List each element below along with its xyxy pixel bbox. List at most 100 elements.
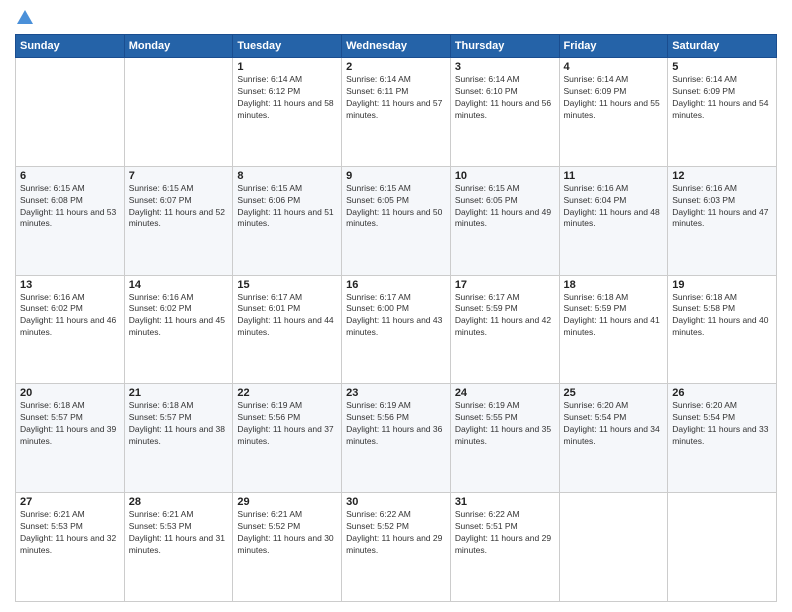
day-number: 19 <box>672 279 772 291</box>
calendar-cell: 1Sunrise: 6:14 AM Sunset: 6:12 PM Daylig… <box>233 58 342 167</box>
calendar-cell <box>668 493 777 602</box>
day-info: Sunrise: 6:21 AM Sunset: 5:52 PM Dayligh… <box>237 509 337 557</box>
weekday-header-saturday: Saturday <box>668 35 777 58</box>
calendar-table: SundayMondayTuesdayWednesdayThursdayFrid… <box>15 34 777 602</box>
day-info: Sunrise: 6:15 AM Sunset: 6:08 PM Dayligh… <box>20 183 120 231</box>
day-info: Sunrise: 6:14 AM Sunset: 6:09 PM Dayligh… <box>564 74 664 122</box>
day-info: Sunrise: 6:15 AM Sunset: 6:05 PM Dayligh… <box>346 183 446 231</box>
day-number: 7 <box>129 170 229 182</box>
day-info: Sunrise: 6:20 AM Sunset: 5:54 PM Dayligh… <box>672 400 772 448</box>
day-number: 23 <box>346 387 446 399</box>
day-info: Sunrise: 6:15 AM Sunset: 6:05 PM Dayligh… <box>455 183 555 231</box>
day-info: Sunrise: 6:14 AM Sunset: 6:11 PM Dayligh… <box>346 74 446 122</box>
day-number: 20 <box>20 387 120 399</box>
calendar-cell: 12Sunrise: 6:16 AM Sunset: 6:03 PM Dayli… <box>668 166 777 275</box>
weekday-header-monday: Monday <box>124 35 233 58</box>
calendar-cell: 9Sunrise: 6:15 AM Sunset: 6:05 PM Daylig… <box>342 166 451 275</box>
calendar-cell: 18Sunrise: 6:18 AM Sunset: 5:59 PM Dayli… <box>559 275 668 384</box>
day-info: Sunrise: 6:14 AM Sunset: 6:09 PM Dayligh… <box>672 74 772 122</box>
weekday-header-sunday: Sunday <box>16 35 125 58</box>
day-info: Sunrise: 6:19 AM Sunset: 5:56 PM Dayligh… <box>346 400 446 448</box>
day-number: 21 <box>129 387 229 399</box>
calendar-page: SundayMondayTuesdayWednesdayThursdayFrid… <box>0 0 792 612</box>
day-number: 30 <box>346 496 446 508</box>
day-info: Sunrise: 6:22 AM Sunset: 5:51 PM Dayligh… <box>455 509 555 557</box>
day-info: Sunrise: 6:18 AM Sunset: 5:57 PM Dayligh… <box>20 400 120 448</box>
day-info: Sunrise: 6:20 AM Sunset: 5:54 PM Dayligh… <box>564 400 664 448</box>
day-info: Sunrise: 6:21 AM Sunset: 5:53 PM Dayligh… <box>20 509 120 557</box>
day-number: 25 <box>564 387 664 399</box>
calendar-cell: 29Sunrise: 6:21 AM Sunset: 5:52 PM Dayli… <box>233 493 342 602</box>
day-number: 6 <box>20 170 120 182</box>
calendar-cell: 22Sunrise: 6:19 AM Sunset: 5:56 PM Dayli… <box>233 384 342 493</box>
calendar-cell: 5Sunrise: 6:14 AM Sunset: 6:09 PM Daylig… <box>668 58 777 167</box>
day-number: 24 <box>455 387 555 399</box>
day-number: 2 <box>346 61 446 73</box>
day-info: Sunrise: 6:15 AM Sunset: 6:07 PM Dayligh… <box>129 183 229 231</box>
calendar-cell: 19Sunrise: 6:18 AM Sunset: 5:58 PM Dayli… <box>668 275 777 384</box>
day-number: 29 <box>237 496 337 508</box>
calendar-cell: 7Sunrise: 6:15 AM Sunset: 6:07 PM Daylig… <box>124 166 233 275</box>
day-number: 13 <box>20 279 120 291</box>
calendar-cell: 8Sunrise: 6:15 AM Sunset: 6:06 PM Daylig… <box>233 166 342 275</box>
calendar-cell: 25Sunrise: 6:20 AM Sunset: 5:54 PM Dayli… <box>559 384 668 493</box>
calendar-cell: 16Sunrise: 6:17 AM Sunset: 6:00 PM Dayli… <box>342 275 451 384</box>
day-info: Sunrise: 6:16 AM Sunset: 6:02 PM Dayligh… <box>20 292 120 340</box>
day-info: Sunrise: 6:19 AM Sunset: 5:55 PM Dayligh… <box>455 400 555 448</box>
page-header <box>15 10 777 26</box>
day-number: 11 <box>564 170 664 182</box>
calendar-week-row: 20Sunrise: 6:18 AM Sunset: 5:57 PM Dayli… <box>16 384 777 493</box>
calendar-cell: 3Sunrise: 6:14 AM Sunset: 6:10 PM Daylig… <box>450 58 559 167</box>
day-number: 9 <box>346 170 446 182</box>
calendar-cell: 4Sunrise: 6:14 AM Sunset: 6:09 PM Daylig… <box>559 58 668 167</box>
day-info: Sunrise: 6:16 AM Sunset: 6:02 PM Dayligh… <box>129 292 229 340</box>
weekday-header-tuesday: Tuesday <box>233 35 342 58</box>
calendar-cell: 23Sunrise: 6:19 AM Sunset: 5:56 PM Dayli… <box>342 384 451 493</box>
calendar-cell: 24Sunrise: 6:19 AM Sunset: 5:55 PM Dayli… <box>450 384 559 493</box>
day-number: 12 <box>672 170 772 182</box>
calendar-cell <box>124 58 233 167</box>
day-number: 28 <box>129 496 229 508</box>
logo <box>15 10 33 26</box>
calendar-cell: 31Sunrise: 6:22 AM Sunset: 5:51 PM Dayli… <box>450 493 559 602</box>
day-info: Sunrise: 6:18 AM Sunset: 5:59 PM Dayligh… <box>564 292 664 340</box>
day-info: Sunrise: 6:15 AM Sunset: 6:06 PM Dayligh… <box>237 183 337 231</box>
calendar-cell: 11Sunrise: 6:16 AM Sunset: 6:04 PM Dayli… <box>559 166 668 275</box>
day-info: Sunrise: 6:16 AM Sunset: 6:04 PM Dayligh… <box>564 183 664 231</box>
calendar-cell: 13Sunrise: 6:16 AM Sunset: 6:02 PM Dayli… <box>16 275 125 384</box>
day-number: 31 <box>455 496 555 508</box>
calendar-cell: 17Sunrise: 6:17 AM Sunset: 5:59 PM Dayli… <box>450 275 559 384</box>
day-info: Sunrise: 6:17 AM Sunset: 6:01 PM Dayligh… <box>237 292 337 340</box>
calendar-cell: 21Sunrise: 6:18 AM Sunset: 5:57 PM Dayli… <box>124 384 233 493</box>
day-number: 18 <box>564 279 664 291</box>
day-number: 17 <box>455 279 555 291</box>
day-number: 3 <box>455 61 555 73</box>
weekday-header-friday: Friday <box>559 35 668 58</box>
day-info: Sunrise: 6:21 AM Sunset: 5:53 PM Dayligh… <box>129 509 229 557</box>
calendar-cell <box>559 493 668 602</box>
day-number: 8 <box>237 170 337 182</box>
day-number: 14 <box>129 279 229 291</box>
weekday-header-thursday: Thursday <box>450 35 559 58</box>
calendar-cell: 6Sunrise: 6:15 AM Sunset: 6:08 PM Daylig… <box>16 166 125 275</box>
day-number: 10 <box>455 170 555 182</box>
calendar-cell: 14Sunrise: 6:16 AM Sunset: 6:02 PM Dayli… <box>124 275 233 384</box>
calendar-cell: 10Sunrise: 6:15 AM Sunset: 6:05 PM Dayli… <box>450 166 559 275</box>
weekday-header-wednesday: Wednesday <box>342 35 451 58</box>
day-info: Sunrise: 6:17 AM Sunset: 6:00 PM Dayligh… <box>346 292 446 340</box>
calendar-week-row: 6Sunrise: 6:15 AM Sunset: 6:08 PM Daylig… <box>16 166 777 275</box>
calendar-week-row: 1Sunrise: 6:14 AM Sunset: 6:12 PM Daylig… <box>16 58 777 167</box>
day-info: Sunrise: 6:17 AM Sunset: 5:59 PM Dayligh… <box>455 292 555 340</box>
day-info: Sunrise: 6:18 AM Sunset: 5:58 PM Dayligh… <box>672 292 772 340</box>
day-info: Sunrise: 6:22 AM Sunset: 5:52 PM Dayligh… <box>346 509 446 557</box>
day-number: 4 <box>564 61 664 73</box>
day-number: 22 <box>237 387 337 399</box>
calendar-cell: 27Sunrise: 6:21 AM Sunset: 5:53 PM Dayli… <box>16 493 125 602</box>
calendar-cell: 20Sunrise: 6:18 AM Sunset: 5:57 PM Dayli… <box>16 384 125 493</box>
day-info: Sunrise: 6:16 AM Sunset: 6:03 PM Dayligh… <box>672 183 772 231</box>
day-number: 15 <box>237 279 337 291</box>
calendar-week-row: 13Sunrise: 6:16 AM Sunset: 6:02 PM Dayli… <box>16 275 777 384</box>
calendar-cell: 28Sunrise: 6:21 AM Sunset: 5:53 PM Dayli… <box>124 493 233 602</box>
weekday-header-row: SundayMondayTuesdayWednesdayThursdayFrid… <box>16 35 777 58</box>
logo-triangle-icon <box>17 10 33 24</box>
